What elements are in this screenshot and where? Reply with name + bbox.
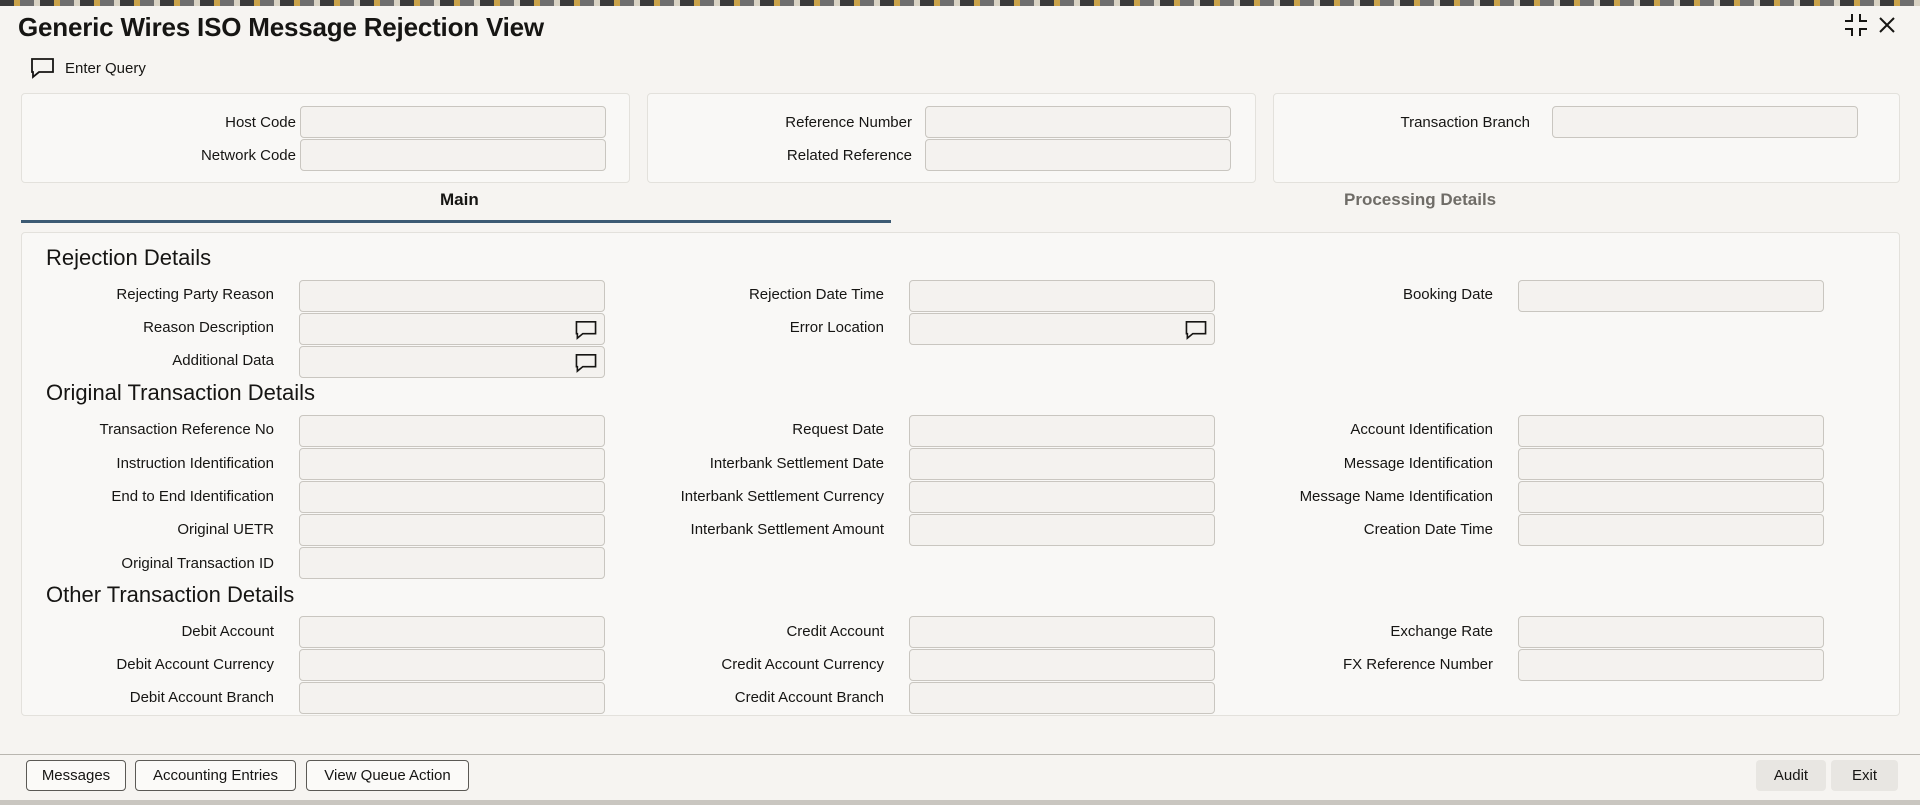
maximize-icon[interactable] <box>1843 12 1869 38</box>
original-transaction-id-input[interactable] <box>299 547 605 579</box>
credit-account-input[interactable] <box>909 616 1215 648</box>
additional-data-input[interactable] <box>299 346 605 378</box>
original-uetr-label: Original UETR <box>177 521 274 538</box>
additional-data-label: Additional Data <box>172 352 274 369</box>
reason-description-input[interactable] <box>299 313 605 345</box>
enter-query-button[interactable]: Enter Query <box>30 56 146 80</box>
transaction-branch-input[interactable] <box>1552 106 1858 138</box>
reference-number-label: Reference Number <box>785 114 912 131</box>
footer-divider <box>0 754 1920 755</box>
account-identification-label: Account Identification <box>1350 421 1493 438</box>
creation-date-time-label: Creation Date Time <box>1363 521 1493 538</box>
chat-bubble-icon[interactable] <box>574 353 598 373</box>
decorative-header-strip <box>0 0 1920 6</box>
enter-query-label: Enter Query <box>65 59 146 77</box>
fx-reference-number-label: FX Reference Number <box>1342 656 1493 673</box>
section-title-original: Original Transaction Details <box>46 380 316 405</box>
debit-account-branch-input[interactable] <box>299 682 605 714</box>
booking-date-input[interactable] <box>1518 280 1824 312</box>
interbank-settlement-amount-label: Interbank Settlement Amount <box>690 521 884 538</box>
section-title-rejection: Rejection Details <box>46 245 212 270</box>
credit-account-currency-label: Credit Account Currency <box>721 656 884 673</box>
transaction-reference-no-input[interactable] <box>299 415 605 447</box>
credit-account-branch-input[interactable] <box>909 682 1215 714</box>
debit-account-label: Debit Account <box>181 623 274 640</box>
error-location-input[interactable] <box>909 313 1215 345</box>
instruction-identification-label: Instruction Identification <box>116 455 274 472</box>
tab-main[interactable]: Main <box>440 190 479 210</box>
interbank-settlement-amount-input[interactable] <box>909 514 1215 546</box>
header-panel-branch: Transaction Branch <box>1273 93 1900 183</box>
host-code-input[interactable] <box>300 106 606 138</box>
error-location-label: Error Location <box>789 319 884 336</box>
header-panel-reference: Reference Number Related Reference <box>647 93 1256 183</box>
interbank-settlement-currency-input[interactable] <box>909 481 1215 513</box>
account-identification-input[interactable] <box>1518 415 1824 447</box>
booking-date-label: Booking Date <box>1402 286 1493 303</box>
credit-account-currency-input[interactable] <box>909 649 1215 681</box>
exchange-rate-label: Exchange Rate <box>1390 623 1493 640</box>
original-uetr-input[interactable] <box>299 514 605 546</box>
page-title: Generic Wires ISO Message Rejection View <box>18 12 544 42</box>
rejecting-party-reason-input[interactable] <box>299 280 605 312</box>
exchange-rate-input[interactable] <box>1518 616 1824 648</box>
related-reference-input[interactable] <box>925 139 1231 171</box>
debit-account-currency-label: Debit Account Currency <box>116 656 274 673</box>
message-identification-label: Message Identification <box>1343 455 1493 472</box>
rejecting-party-reason-label: Rejecting Party Reason <box>116 286 274 303</box>
reason-description-label: Reason Description <box>143 319 274 336</box>
network-code-input[interactable] <box>300 139 606 171</box>
transaction-branch-label: Transaction Branch <box>1400 114 1530 131</box>
reference-number-input[interactable] <box>925 106 1231 138</box>
transaction-reference-no-label: Transaction Reference No <box>99 421 274 438</box>
tab-processing-details[interactable]: Processing Details <box>1344 190 1496 210</box>
view-queue-action-button[interactable]: View Queue Action <box>306 760 469 791</box>
message-name-identification-input[interactable] <box>1518 481 1824 513</box>
instruction-identification-input[interactable] <box>299 448 605 480</box>
request-date-label: Request Date <box>792 421 884 438</box>
creation-date-time-input[interactable] <box>1518 514 1824 546</box>
interbank-settlement-date-label: Interbank Settlement Date <box>709 455 884 472</box>
accounting-entries-button[interactable]: Accounting Entries <box>135 760 296 791</box>
original-transaction-id-label: Original Transaction ID <box>121 555 274 572</box>
request-date-input[interactable] <box>909 415 1215 447</box>
bottom-edge <box>0 800 1920 805</box>
exit-button[interactable]: Exit <box>1831 760 1898 791</box>
section-title-other: Other Transaction Details <box>46 582 295 607</box>
header-panel-host: Host Code Network Code <box>21 93 630 183</box>
debit-account-currency-input[interactable] <box>299 649 605 681</box>
interbank-settlement-date-input[interactable] <box>909 448 1215 480</box>
debit-account-branch-label: Debit Account Branch <box>129 689 274 706</box>
end-to-end-identification-label: End to End Identification <box>111 488 274 505</box>
credit-account-branch-label: Credit Account Branch <box>734 689 884 706</box>
audit-button[interactable]: Audit <box>1756 760 1826 791</box>
messages-button[interactable]: Messages <box>26 760 126 791</box>
chat-bubble-icon <box>31 58 54 79</box>
debit-account-input[interactable] <box>299 616 605 648</box>
network-code-label: Network Code <box>200 147 296 164</box>
close-icon[interactable] <box>1874 12 1900 38</box>
rejection-date-time-input[interactable] <box>909 280 1215 312</box>
host-code-label: Host Code <box>225 114 296 131</box>
chat-bubble-icon[interactable] <box>574 320 598 340</box>
fx-reference-number-input[interactable] <box>1518 649 1824 681</box>
active-tab-underline <box>21 220 891 223</box>
message-identification-input[interactable] <box>1518 448 1824 480</box>
end-to-end-identification-input[interactable] <box>299 481 605 513</box>
chat-bubble-icon[interactable] <box>1184 320 1208 340</box>
message-name-identification-label: Message Name Identification <box>1299 488 1493 505</box>
rejection-date-time-label: Rejection Date Time <box>748 286 884 303</box>
related-reference-label: Related Reference <box>786 147 912 164</box>
credit-account-label: Credit Account <box>786 623 884 640</box>
interbank-settlement-currency-label: Interbank Settlement Currency <box>680 488 884 505</box>
